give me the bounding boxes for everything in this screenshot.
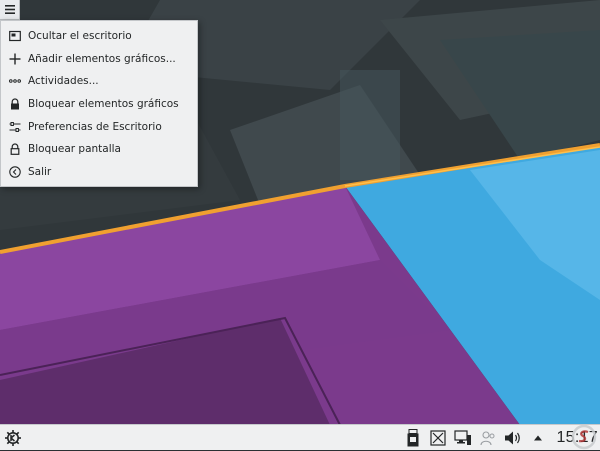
user-switch-icon[interactable] <box>477 427 499 449</box>
menu-item-lock-screen[interactable]: Bloquear pantalla <box>1 138 197 161</box>
desktop-toolbox-button[interactable] <box>0 0 20 20</box>
taskbar-panel: 15:17 <box>0 424 600 450</box>
menu-item-label: Preferencias de Escritorio <box>28 120 162 133</box>
logout-icon <box>9 166 21 178</box>
menu-item-label: Bloquear pantalla <box>28 143 121 156</box>
network-icon[interactable] <box>452 427 474 449</box>
add-icon <box>9 53 21 65</box>
menu-item-desktop-preferences[interactable]: Preferencias de Escritorio <box>1 115 197 138</box>
menu-item-label: Bloquear elementos gráficos <box>28 98 179 111</box>
usb-device-icon[interactable] <box>402 427 424 449</box>
settings-sliders-icon <box>9 121 21 133</box>
lock-icon <box>9 98 21 110</box>
activities-icon <box>9 75 21 87</box>
unlock-icon <box>9 143 21 156</box>
application-launcher-button[interactable] <box>0 425 26 451</box>
volume-icon[interactable] <box>502 427 524 449</box>
hamburger-menu-icon <box>4 5 15 14</box>
screenshot-icon[interactable] <box>427 427 449 449</box>
menu-item-hide-desktop[interactable]: Ocultar el escritorio <box>1 25 197 48</box>
menu-item-label: Ocultar el escritorio <box>28 30 132 43</box>
desktop-toolbox-menu: Ocultar el escritorio Añadir elementos g… <box>0 20 198 187</box>
menu-item-lock-widgets[interactable]: Bloquear elementos gráficos <box>1 93 197 116</box>
menu-item-add-widgets[interactable]: Añadir elementos gráficos... <box>1 48 197 71</box>
menu-item-activities[interactable]: Actividades... <box>1 70 197 93</box>
show-desktop-icon <box>9 30 21 42</box>
kde-logo-icon <box>5 429 21 446</box>
expand-arrow-icon[interactable] <box>527 427 549 449</box>
menu-item-label: Añadir elementos gráficos... <box>28 52 176 65</box>
menu-item-label: Actividades... <box>28 75 99 88</box>
menu-item-logout[interactable]: Salir <box>1 161 197 184</box>
watermark-logo <box>571 424 597 450</box>
menu-item-label: Salir <box>28 165 52 178</box>
